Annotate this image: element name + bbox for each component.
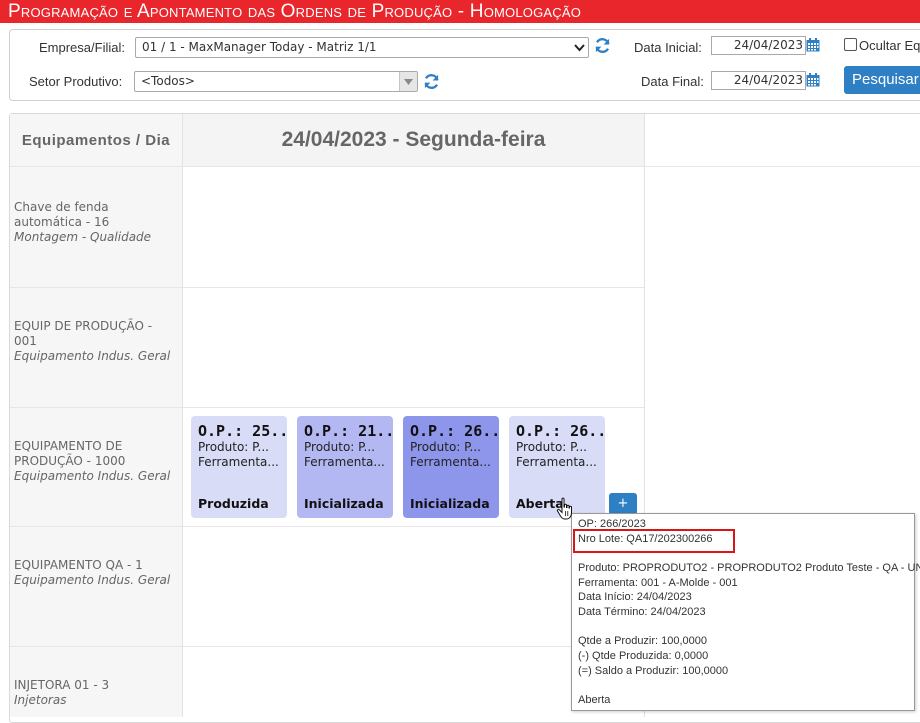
empresa-select-value: 01 / 1 - MaxManager Today - Matriz 1/1 <box>142 40 377 54</box>
equipment-name: EQUIP DE PRODUÇÃO - 001 <box>14 319 153 348</box>
tooltip-status: Aberta <box>578 694 611 706</box>
tooltip-qtde-produzida: (-) Qtde Produzida: 0,0000 <box>578 650 709 662</box>
chevron-down-icon <box>399 72 417 91</box>
order-product: Produto: P... <box>198 440 269 454</box>
order-product: Produto: P... <box>516 440 587 454</box>
calendar-icon[interactable] <box>806 73 820 87</box>
row-divider <box>10 166 920 167</box>
equipment-name: EQUIPAMENTO QA - 1 <box>14 558 143 572</box>
refresh-icon[interactable] <box>594 37 611 54</box>
order-number: O.P.: 26... <box>516 422 605 440</box>
equipment-column-header: Equipamentos / Dia <box>21 131 171 149</box>
order-status: Produzida <box>198 496 269 511</box>
data-inicial-label: Data Inicial: <box>634 40 702 55</box>
data-final-label: Data Final: <box>641 74 704 89</box>
order-tool: Ferramenta... <box>304 455 385 469</box>
hand-cursor-icon <box>556 497 572 520</box>
tooltip-lote: Nro Lote: QA17/202300266 <box>578 533 713 545</box>
chevron-down-icon <box>570 38 588 57</box>
equipment-group: Equipamento Indus. Geral <box>14 349 171 363</box>
tooltip-data-termino: Data Término: 24/04/2023 <box>578 606 706 618</box>
order-status: Inicializada <box>304 496 384 511</box>
equipment-name: EQUIPAMENTO DE PRODUÇÃO - 1000 <box>14 439 126 468</box>
equipment-name: Chave de fenda automática - 16 <box>14 200 110 229</box>
page-title: Programação e Apontamento das Ordens de … <box>0 0 920 23</box>
setor-label: Setor Produtivo: <box>29 74 123 89</box>
equipment-group: Equipamento Indus. Geral <box>14 469 171 483</box>
empresa-select[interactable]: 01 / 1 - MaxManager Today - Matriz 1/1 <box>135 37 589 58</box>
order-tool: Ferramenta... <box>198 455 279 469</box>
order-product: Produto: P... <box>410 440 481 454</box>
equipment-group: Equipamento Indus. Geral <box>14 573 171 587</box>
equipment-row-label: EQUIP DE PRODUÇÃO - 001 Equipamento Indu… <box>14 319 182 364</box>
order-card[interactable]: O.P.: 25... Produto: P... Ferramenta... … <box>191 416 287 518</box>
data-final-input[interactable]: 24/04/2023 <box>711 71 806 90</box>
tooltip-produto: Produto: PROPRODUTO2 - PROPRODUTO2 Produ… <box>578 562 920 574</box>
tooltip-saldo: (=) Saldo a Produzir: 100,0000 <box>578 665 729 677</box>
add-order-button[interactable]: + <box>609 493 637 515</box>
day-column-header: 24/04/2023 - Segunda-feira <box>183 114 644 166</box>
order-number: O.P.: 21... <box>304 422 393 440</box>
ocultar-checkbox[interactable] <box>844 38 857 51</box>
order-tool: Ferramenta... <box>410 455 491 469</box>
equipment-row-label: Chave de fenda automática - 16 Montagem … <box>14 200 182 245</box>
refresh-icon[interactable] <box>423 73 440 90</box>
order-product: Produto: P... <box>304 440 375 454</box>
equipment-row-label: INJETORA 01 - 3 Injetoras <box>14 678 182 708</box>
row-divider <box>10 407 644 408</box>
column-divider <box>182 114 183 717</box>
tooltip-ferramenta: Ferramenta: 001 - A-Molde - 001 <box>578 577 738 589</box>
order-tooltip: OP: 266/2023 Nro Lote: QA17/202300266 Pr… <box>571 513 920 711</box>
row-divider <box>10 526 644 527</box>
setor-select[interactable]: <Todos> <box>134 71 418 92</box>
order-number: O.P.: 25... <box>198 422 287 440</box>
equipment-row-label: EQUIPAMENTO DE PRODUÇÃO - 1000 Equipamen… <box>14 439 182 484</box>
equipment-name: INJETORA 01 - 3 <box>14 678 110 692</box>
ocultar-label: Ocultar Eq <box>859 38 920 53</box>
order-card[interactable]: O.P.: 26... Produto: P... Ferramenta... … <box>403 416 499 518</box>
tooltip-data-inicio: Data Início: 24/04/2023 <box>578 591 692 603</box>
pesquisar-button[interactable]: Pesquisar <box>844 66 920 94</box>
empresa-label: Empresa/Filial: <box>39 40 125 55</box>
order-card[interactable]: O.P.: 21... Produto: P... Ferramenta... … <box>297 416 393 518</box>
setor-select-value: <Todos> <box>141 74 195 88</box>
order-status: Inicializada <box>410 496 490 511</box>
data-inicial-input[interactable]: 24/04/2023 <box>711 36 806 55</box>
tooltip-qtde-produzir: Qtde a Produzir: 100,0000 <box>578 635 708 647</box>
calendar-icon[interactable] <box>806 38 820 52</box>
row-divider <box>10 287 644 288</box>
equipment-group: Montagem - Qualidade <box>14 230 152 244</box>
order-tool: Ferramenta... <box>516 455 597 469</box>
order-number: O.P.: 26... <box>410 422 499 440</box>
equipment-row-label: EQUIPAMENTO QA - 1 Equipamento Indus. Ge… <box>14 558 182 588</box>
equipment-group: Injetoras <box>14 693 67 707</box>
row-divider <box>10 646 644 647</box>
